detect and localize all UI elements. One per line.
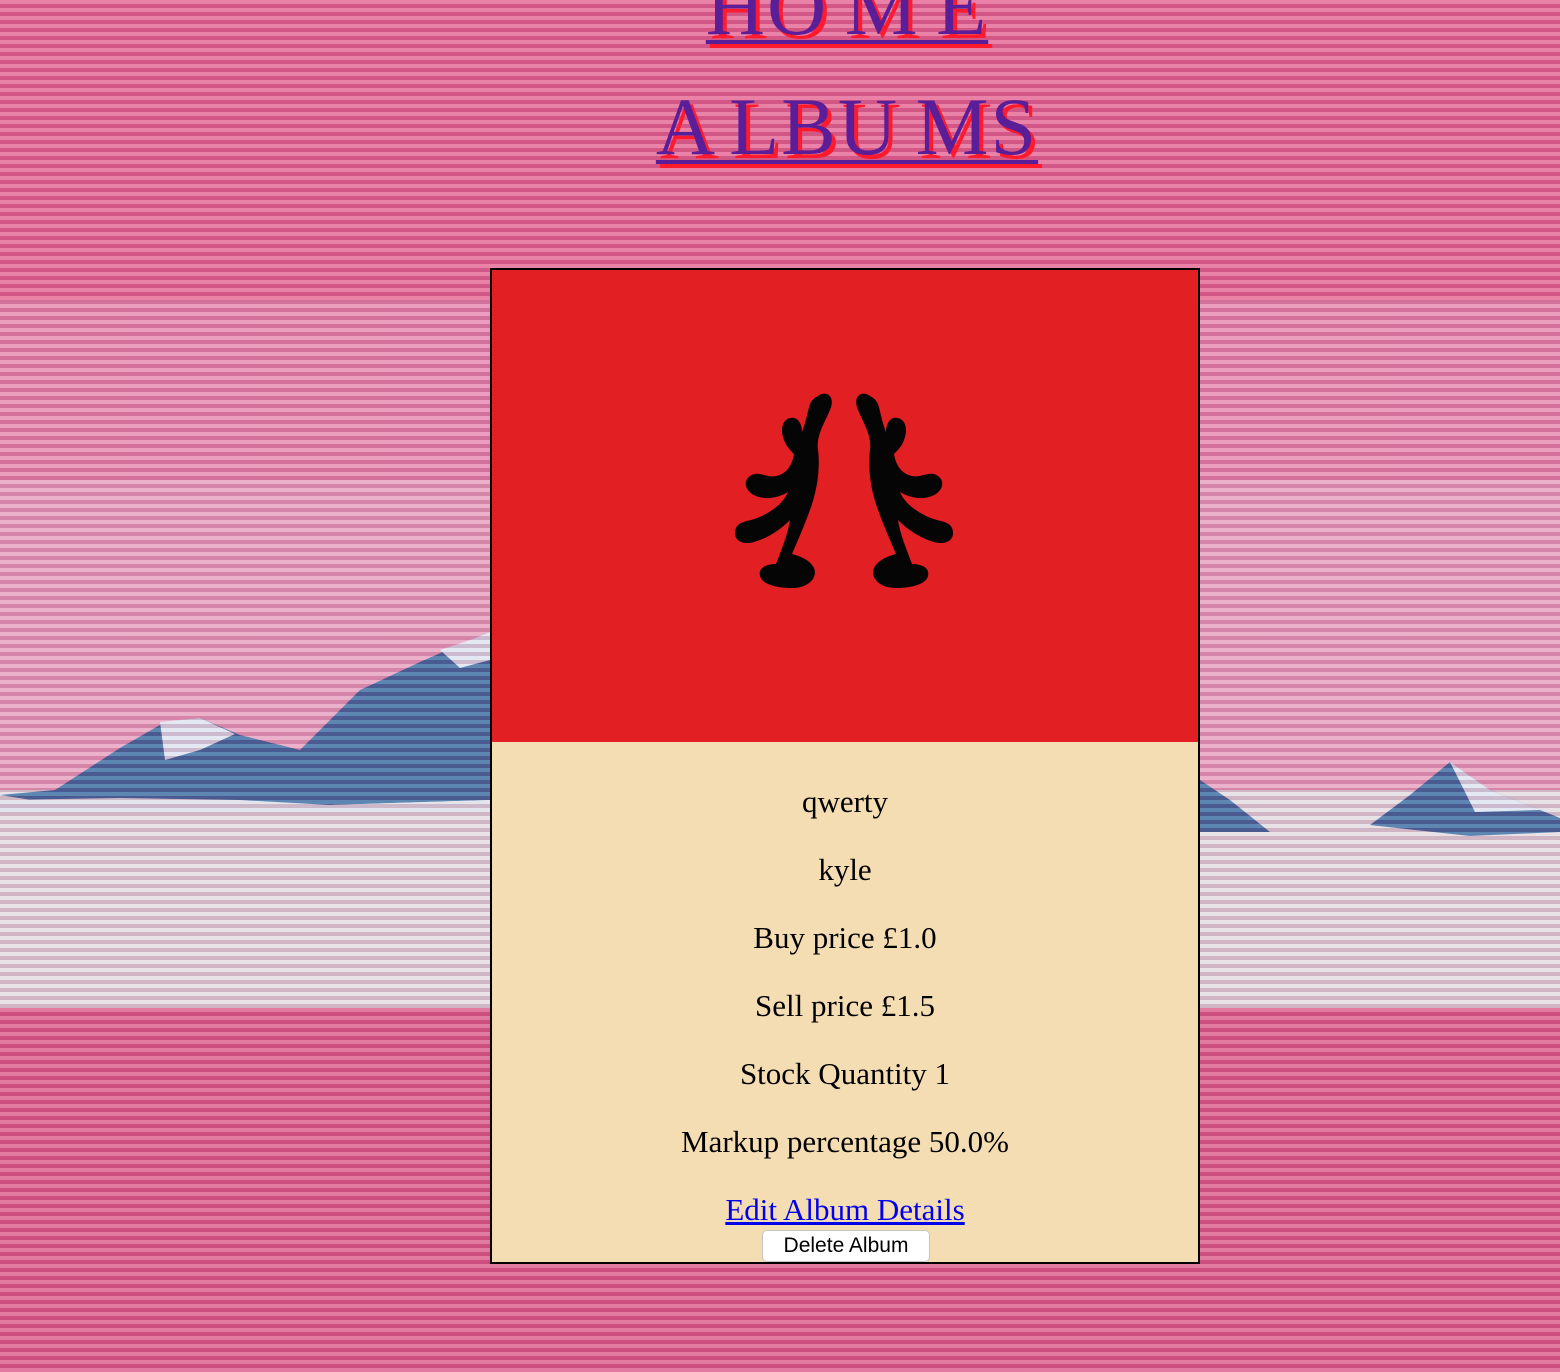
album-cover (492, 270, 1198, 742)
delete-album-button[interactable]: Delete Album (762, 1230, 930, 1262)
sell-price: Sell price £1.5 (755, 988, 935, 1023)
markup-percentage: Markup percentage 50.0% (681, 1124, 1009, 1159)
album-card: qwerty kyle Buy price £1.0 Sell price £1… (490, 268, 1200, 1264)
stock-quantity: Stock Quantity 1 (739, 1056, 951, 1091)
antlers-icon (734, 393, 954, 588)
edit-album-link[interactable]: Edit Album Details (492, 1194, 1198, 1225)
buy-price: Buy price £1.0 (753, 920, 937, 955)
nav-albums-link[interactable]: A LBU MS (0, 86, 1560, 168)
nav-home-link[interactable]: HO M E (0, 0, 1560, 48)
album-title: qwerty (801, 784, 889, 819)
album-artist: kyle (818, 852, 872, 887)
